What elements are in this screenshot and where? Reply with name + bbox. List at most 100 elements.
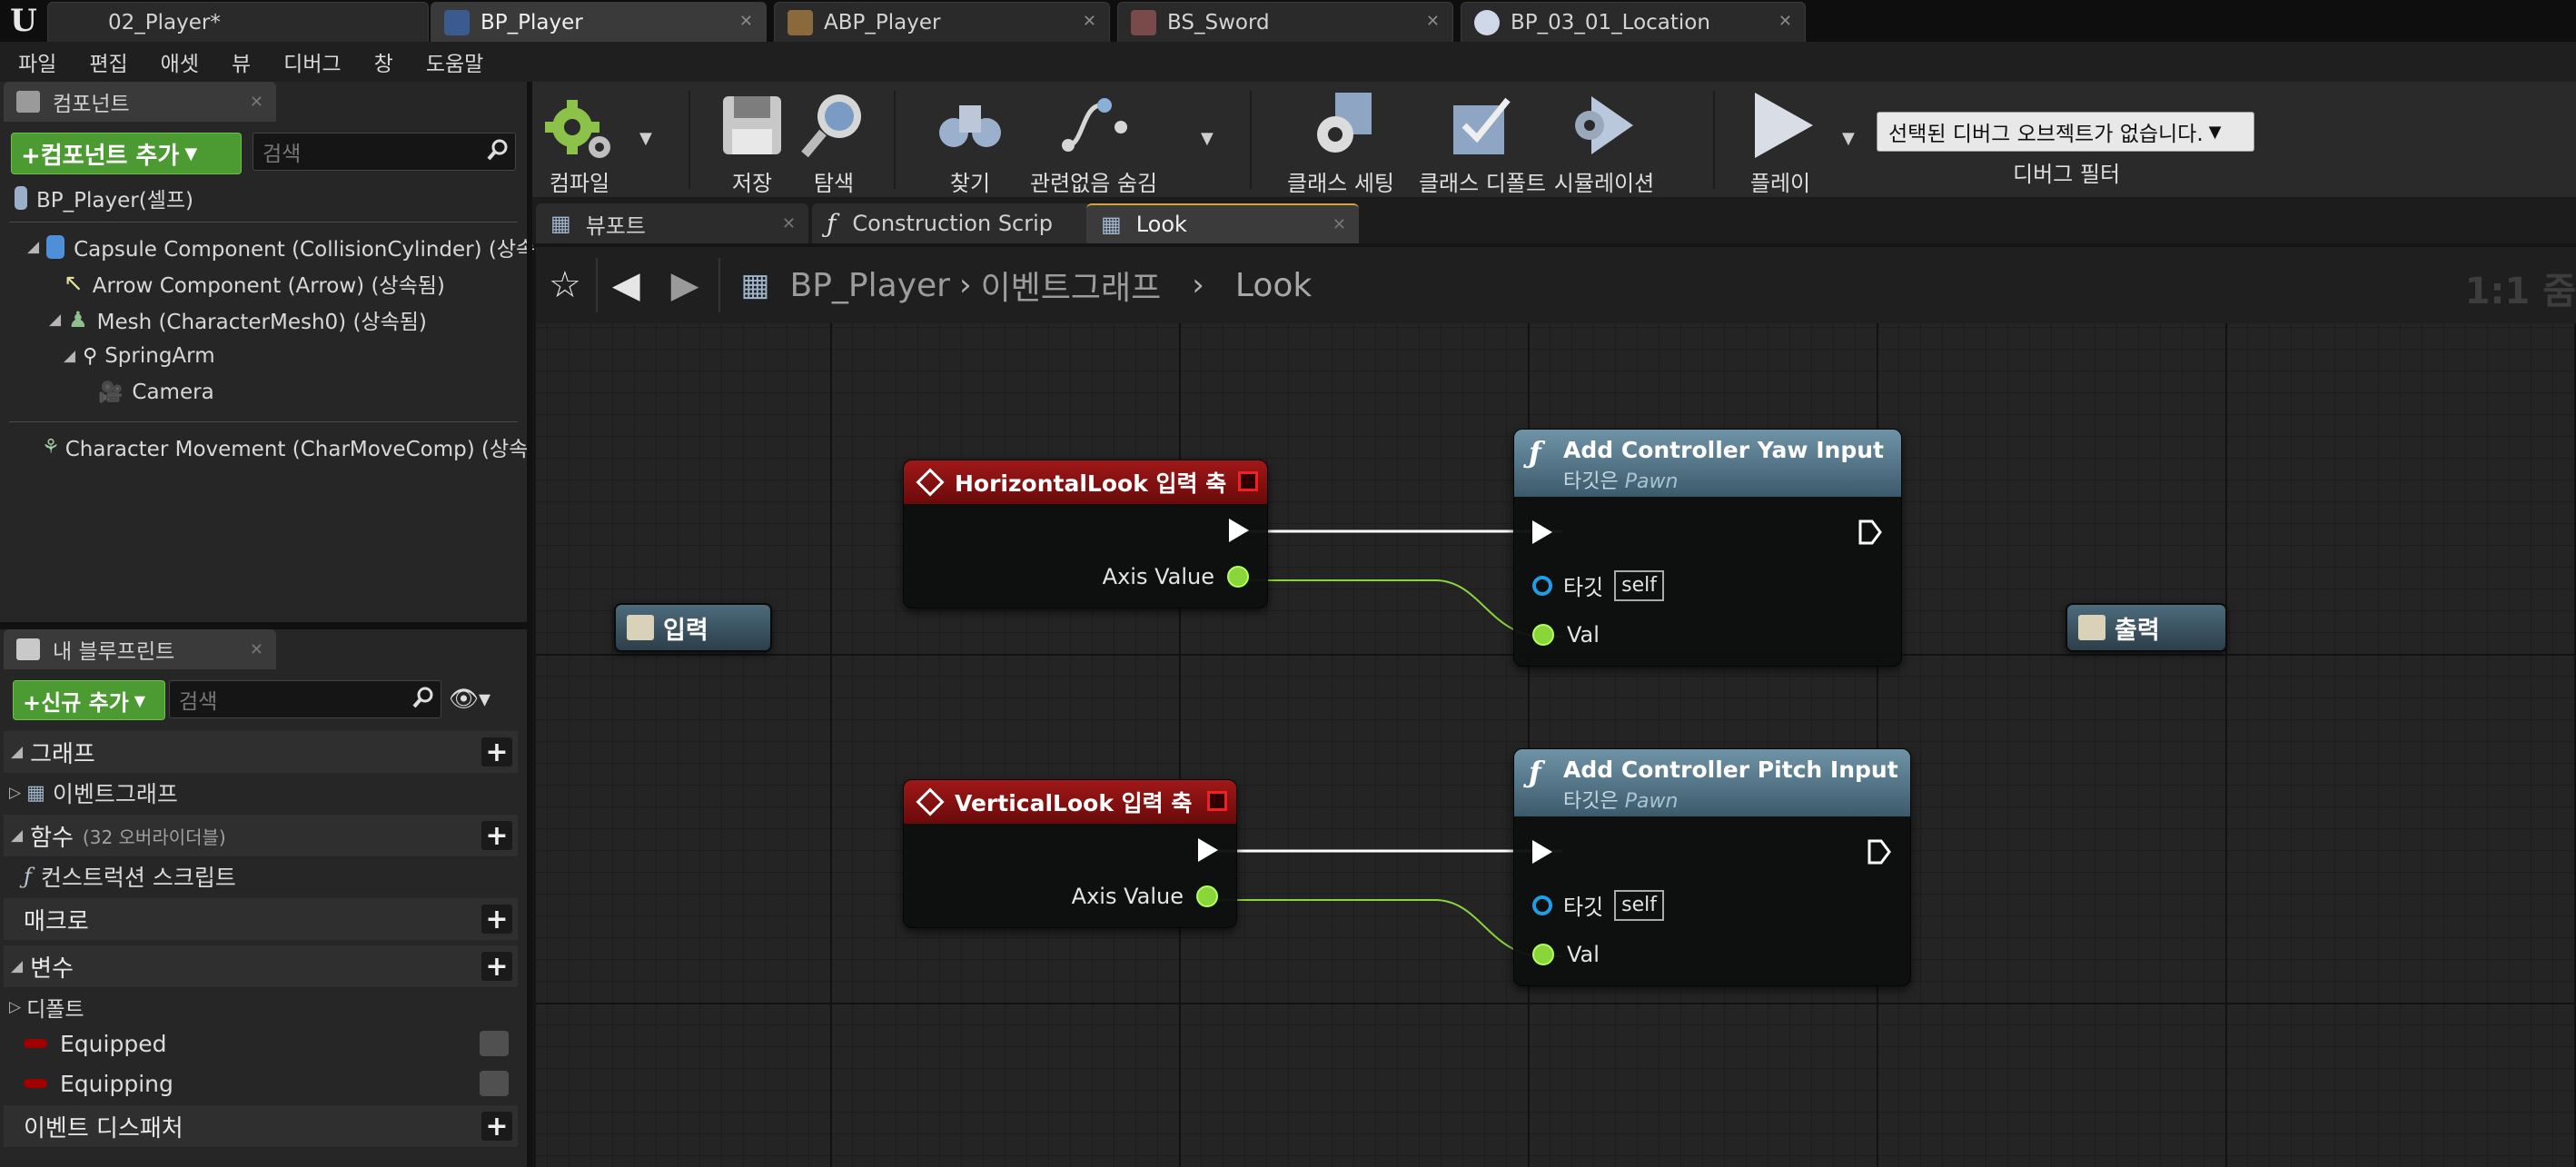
add-new-button[interactable]: +신규 추가 ▼ bbox=[13, 680, 165, 720]
favorite-star-icon[interactable]: ☆ bbox=[549, 264, 581, 306]
hide-unrelated-options-chevron-icon[interactable]: ▼ bbox=[1201, 129, 1214, 148]
section-event-dispatchers[interactable]: 이벤트 디스패처 + bbox=[4, 1105, 518, 1147]
section-functions[interactable]: ◢ 함수 (32 오버라이더블) + bbox=[4, 815, 518, 856]
variable-equipping[interactable]: Equipping bbox=[24, 1065, 514, 1102]
exec-output-pin[interactable] bbox=[1198, 838, 1218, 862]
forward-arrow-icon[interactable]: ▶ bbox=[671, 264, 699, 306]
variable-equipped[interactable]: Equipped bbox=[24, 1025, 514, 1062]
event-graph-item[interactable]: ▷ ▦ 이벤트그래프 bbox=[9, 776, 178, 809]
class-settings-button[interactable]: 클래스 세팅 bbox=[1268, 82, 1413, 198]
breadcrumb-event-graph[interactable]: 이벤트그래프 bbox=[981, 262, 1162, 309]
doc-tab-bp-location[interactable]: BP_03_01_Location ✕ bbox=[1461, 2, 1806, 42]
visibility-eye-icon[interactable] bbox=[480, 1031, 509, 1056]
visibility-eye-icon[interactable] bbox=[480, 1071, 509, 1096]
input-tunnel-node[interactable]: 입력 bbox=[614, 603, 772, 652]
close-icon[interactable]: ✕ bbox=[1778, 12, 1792, 31]
val-pin[interactable]: Val bbox=[1532, 622, 1600, 648]
menu-asset[interactable]: 애셋 bbox=[161, 46, 199, 77]
tab-look[interactable]: ▦ Look ✕ bbox=[1086, 203, 1359, 243]
component-character-movement[interactable]: ⚘ Character Movement (CharMoveComp) (상속 bbox=[42, 429, 528, 465]
add-component-button[interactable]: +컴포넌트 추가 ▼ bbox=[11, 133, 242, 174]
doc-tab-level[interactable]: 02_Player* bbox=[47, 2, 429, 42]
my-blueprint-tab[interactable]: 내 블루프린트 ✕ bbox=[4, 629, 276, 669]
self-value-box[interactable]: self bbox=[1614, 569, 1665, 601]
doc-tab-bs-sword[interactable]: BS_Sword ✕ bbox=[1117, 2, 1453, 42]
add-variable-plus-icon[interactable]: + bbox=[481, 951, 512, 983]
play-options-chevron-icon[interactable]: ▼ bbox=[1842, 129, 1855, 148]
doc-tab-label: BP_Player bbox=[481, 10, 583, 35]
section-macros[interactable]: 매크로 + bbox=[4, 898, 518, 940]
menu-file[interactable]: 파일 bbox=[18, 46, 56, 77]
class-defaults-button[interactable]: 클래스 디폴트 bbox=[1410, 82, 1555, 198]
breadcrumb-blueprint[interactable]: BP_Player bbox=[790, 267, 950, 304]
output-tunnel-node[interactable]: 출력 bbox=[2066, 603, 2227, 652]
menu-help[interactable]: 도움말 bbox=[426, 46, 483, 77]
exec-input-pin[interactable] bbox=[1532, 520, 1552, 544]
exec-input-pin[interactable] bbox=[1532, 840, 1552, 864]
axis-value-pin[interactable]: Axis Value bbox=[1072, 884, 1218, 909]
components-tab[interactable]: 컴포넌트 ✕ bbox=[4, 82, 276, 122]
event-diamond-icon bbox=[916, 787, 945, 816]
variable-category-default[interactable]: ▷ 디폴트 bbox=[9, 991, 84, 1024]
view-options-eye-icon[interactable]: 👁▾ bbox=[449, 686, 490, 713]
browse-button[interactable]: 탐색 bbox=[796, 82, 872, 198]
add-function-plus-icon[interactable]: + bbox=[481, 820, 512, 852]
expand-arrow-icon[interactable]: ◢ bbox=[27, 238, 39, 256]
compile-button[interactable]: 컴파일 bbox=[541, 82, 618, 198]
component-capsule[interactable]: ◢ Capsule Component (CollisionCylinder) … bbox=[27, 229, 535, 265]
tab-viewport[interactable]: ▦ 뷰포트 ✕ bbox=[536, 203, 808, 243]
close-icon[interactable]: ✕ bbox=[1333, 215, 1346, 234]
add-controller-pitch-input-node[interactable]: ƒ Add Controller Pitch Input 타깃은 Pawn 타깃… bbox=[1513, 748, 1911, 986]
component-camera[interactable]: 🎥 Camera bbox=[98, 374, 214, 410]
val-pin[interactable]: Val bbox=[1532, 942, 1600, 967]
add-graph-plus-icon[interactable]: + bbox=[481, 737, 512, 768]
component-root-self[interactable]: BP_Player(셀프) bbox=[15, 180, 193, 216]
hide-unrelated-button[interactable]: 관련없음 숨김 bbox=[1030, 82, 1157, 198]
save-button[interactable]: 저장 bbox=[714, 82, 790, 198]
close-icon[interactable]: ✕ bbox=[739, 12, 753, 31]
exec-output-pin-icon[interactable] bbox=[1867, 838, 1892, 865]
self-value-box[interactable]: self bbox=[1614, 889, 1665, 921]
menu-edit[interactable]: 편집 bbox=[89, 46, 127, 77]
find-button[interactable]: 찾기 bbox=[932, 82, 1008, 198]
my-blueprint-panel: 내 블루프린트 ✕ +신규 추가 ▼ 검색 👁▾ ◢ 그래프 + ▷ ▦ 이벤트… bbox=[0, 629, 527, 1167]
close-icon[interactable]: ✕ bbox=[250, 640, 263, 659]
unreal-logo-icon[interactable]: U bbox=[0, 0, 47, 42]
class-defaults-checklist-icon bbox=[1453, 97, 1511, 154]
expand-arrow-icon[interactable]: ◢ bbox=[49, 311, 61, 329]
construction-script-item[interactable]: ƒ 컨스트럭션 스크립트 bbox=[24, 860, 236, 893]
play-button[interactable]: 플레이 bbox=[1737, 82, 1824, 198]
menu-view[interactable]: 뷰 bbox=[232, 46, 251, 77]
component-search-input[interactable]: 검색 bbox=[253, 133, 516, 171]
close-icon[interactable]: ✕ bbox=[1426, 12, 1440, 31]
exec-output-pin-icon[interactable] bbox=[1858, 519, 1883, 546]
simulation-button[interactable]: 시뮬레이션 bbox=[1542, 82, 1666, 198]
back-arrow-icon[interactable]: ◀ bbox=[612, 264, 640, 306]
my-blueprint-search-input[interactable]: 검색 bbox=[169, 680, 441, 718]
section-graphs[interactable]: ◢ 그래프 + bbox=[4, 731, 518, 773]
close-icon[interactable]: ✕ bbox=[250, 93, 263, 112]
compile-options-chevron-icon[interactable]: ▼ bbox=[639, 129, 652, 148]
doc-tab-bp-player[interactable]: BP_Player ✕ bbox=[431, 2, 767, 42]
search-icon bbox=[487, 139, 508, 161]
target-pin[interactable]: 타깃 self bbox=[1532, 569, 1665, 601]
component-springarm[interactable]: ◢ ⚲ SpringArm bbox=[64, 338, 215, 374]
close-icon[interactable]: ✕ bbox=[1083, 12, 1096, 31]
add-controller-yaw-input-node[interactable]: ƒ Add Controller Yaw Input 타깃은 Pawn 타깃 s… bbox=[1513, 429, 1902, 667]
add-dispatcher-plus-icon[interactable]: + bbox=[481, 1111, 512, 1142]
exec-output-pin[interactable] bbox=[1229, 519, 1249, 542]
close-icon[interactable]: ✕ bbox=[782, 214, 796, 233]
vertical-look-event-node[interactable]: VerticalLook 입력 축 Axis Value bbox=[903, 779, 1237, 928]
debug-object-select[interactable]: 선택된 디버그 오브젝트가 없습니다. ▼ bbox=[1877, 112, 2254, 152]
menu-window[interactable]: 창 bbox=[374, 46, 393, 77]
component-arrow[interactable]: ↖ Arrow Component (Arrow) (상속됨) bbox=[64, 265, 445, 302]
section-variables[interactable]: ◢ 변수 + bbox=[4, 945, 518, 987]
doc-tab-abp-player[interactable]: ABP_Player ✕ bbox=[774, 2, 1110, 42]
add-macro-plus-icon[interactable]: + bbox=[481, 904, 512, 935]
axis-value-pin[interactable]: Axis Value bbox=[1103, 564, 1249, 589]
menu-debug[interactable]: 디버그 bbox=[283, 46, 341, 77]
expand-arrow-icon[interactable]: ◢ bbox=[64, 347, 75, 365]
target-pin[interactable]: 타깃 self bbox=[1532, 889, 1665, 921]
horizontal-look-event-node[interactable]: HorizontalLook 입력 축 Axis Value bbox=[903, 460, 1268, 608]
component-mesh[interactable]: ◢ ♟ Mesh (CharacterMesh0) (상속됨) bbox=[49, 302, 427, 338]
